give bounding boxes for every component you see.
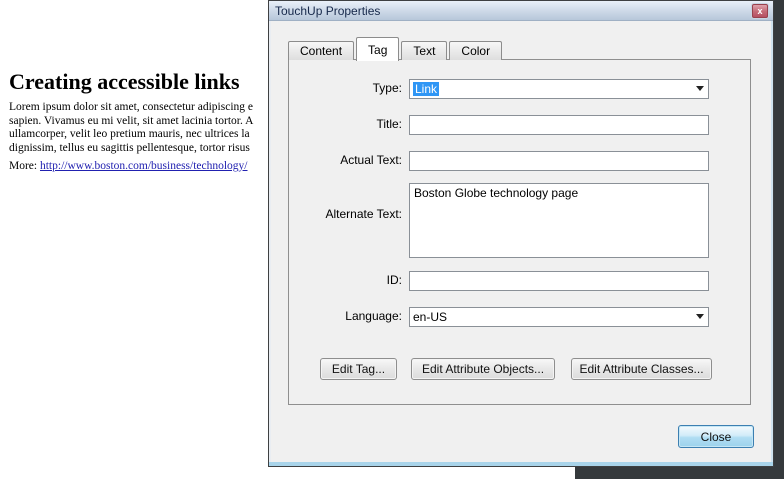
window-close-icon[interactable]: x: [752, 4, 768, 18]
touchup-properties-dialog: TouchUp Properties x Content Tag Text Co…: [268, 0, 774, 467]
close-button[interactable]: Close: [678, 425, 754, 448]
alternate-text-textarea[interactable]: Boston Globe technology page: [409, 183, 709, 258]
tab-tag[interactable]: Tag: [356, 37, 399, 61]
document-heading: Creating accessible links: [9, 69, 240, 95]
id-label: ID:: [289, 273, 402, 287]
type-selected-value: Link: [413, 82, 439, 96]
edit-attribute-classes-button[interactable]: Edit Attribute Classes...: [571, 358, 712, 380]
tag-tab-panel: Type: Link Title: Actual Text: Alternate…: [288, 59, 751, 405]
dialog-title: TouchUp Properties: [275, 4, 380, 18]
type-label: Type:: [289, 81, 402, 95]
language-dropdown[interactable]: en-US: [409, 307, 709, 327]
dialog-titlebar[interactable]: TouchUp Properties: [269, 1, 773, 21]
title-input[interactable]: [409, 115, 709, 135]
document-more-line: More: http://www.boston.com/business/tec…: [9, 160, 248, 172]
more-label: More:: [9, 160, 37, 172]
tab-strip: Content Tag Text Color: [288, 37, 502, 61]
paragraph-line: dignissim, tellus eu sagittis pellentesq…: [9, 142, 253, 156]
document-hyperlink[interactable]: http://www.boston.com/business/technolog…: [40, 160, 248, 172]
paragraph-line: ullamcorper, velit leo pretium mauris, n…: [9, 128, 253, 142]
edit-attribute-objects-button[interactable]: Edit Attribute Objects...: [411, 358, 555, 380]
chevron-down-icon[interactable]: [696, 314, 704, 319]
title-label: Title:: [289, 117, 402, 131]
tab-text[interactable]: Text: [401, 41, 447, 60]
alternate-text-label: Alternate Text:: [289, 207, 402, 221]
edit-tag-button[interactable]: Edit Tag...: [320, 358, 397, 380]
tab-color[interactable]: Color: [449, 41, 502, 60]
language-label: Language:: [289, 309, 402, 323]
language-selected-value: en-US: [413, 310, 447, 324]
actual-text-input[interactable]: [409, 151, 709, 171]
tab-content[interactable]: Content: [288, 41, 354, 60]
document-paragraph: Lorem ipsum dolor sit amet, consectetur …: [9, 101, 253, 155]
actual-text-label: Actual Text:: [289, 153, 402, 167]
type-dropdown[interactable]: Link: [409, 79, 709, 99]
paragraph-line: Lorem ipsum dolor sit amet, consectetur …: [9, 101, 253, 115]
paragraph-line: sapien. Vivamus eu mi velit, sit amet la…: [9, 115, 253, 129]
id-input[interactable]: [409, 271, 709, 291]
chevron-down-icon[interactable]: [696, 86, 704, 91]
